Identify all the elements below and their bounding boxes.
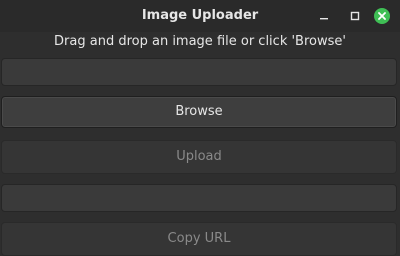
instruction-label: Drag and drop an image file or click 'Br… xyxy=(54,34,346,49)
browse-button[interactable]: Browse xyxy=(1,96,397,128)
minimize-button[interactable] xyxy=(317,8,333,24)
close-button[interactable] xyxy=(374,8,390,24)
minimize-icon xyxy=(320,18,328,20)
upload-button[interactable]: Upload xyxy=(1,140,397,174)
url-field[interactable] xyxy=(1,184,397,212)
close-icon xyxy=(374,8,390,24)
window-title: Image Uploader xyxy=(141,8,259,23)
file-path-field[interactable] xyxy=(1,58,397,86)
app-window: Image Uploader Drag and drop an image fi… xyxy=(0,0,400,256)
title-bar[interactable]: Image Uploader xyxy=(0,0,400,32)
copy-url-button[interactable]: Copy URL xyxy=(1,222,397,256)
maximize-button[interactable] xyxy=(347,8,363,24)
maximize-icon xyxy=(350,11,360,21)
